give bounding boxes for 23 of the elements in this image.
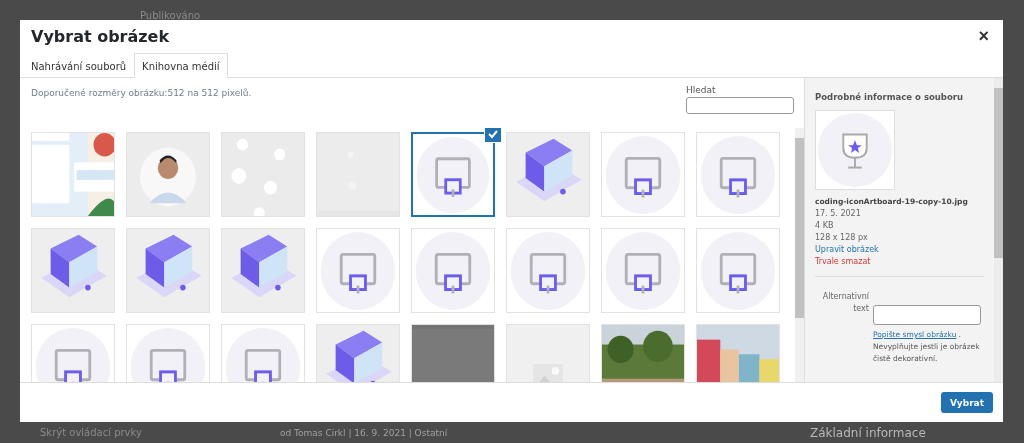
scrollbar[interactable] bbox=[795, 128, 804, 382]
scrollbar[interactable] bbox=[994, 78, 1003, 382]
post-meta: od Tomas Cirkl | 16. 9. 2021 | Ostatní bbox=[280, 427, 449, 438]
tab[interactable]: Nahrávání souborů bbox=[23, 53, 135, 78]
tab[interactable]: Knihovna médií bbox=[134, 53, 228, 78]
file-size: 4 KB bbox=[815, 220, 835, 232]
size-hint: Doporučené rozměry obrázku:512 na 512 pixelů. bbox=[31, 88, 252, 100]
status-label: Publikováno bbox=[140, 10, 201, 21]
alt-text-field[interactable] bbox=[873, 305, 981, 325]
check-icon[interactable] bbox=[485, 128, 501, 142]
details-heading: Podrobné informace o souboru bbox=[815, 92, 964, 102]
file-dimensions: 128 x 128 px bbox=[815, 232, 869, 244]
delete-link[interactable]: Trvale smazat bbox=[815, 256, 984, 268]
file-date: 17. 5. 2021 bbox=[815, 208, 862, 220]
alt-text-label: Alternativní text bbox=[821, 291, 869, 315]
select-button[interactable]: Vybrat bbox=[940, 392, 993, 413]
hide-controls-link[interactable]: Skrýt ovládací prvky bbox=[40, 427, 280, 438]
panel-title: Základní informace bbox=[810, 425, 926, 440]
search-label: Hledat bbox=[686, 85, 717, 95]
close-button[interactable]: × bbox=[974, 26, 993, 47]
edit-image-link[interactable]: Upravit obrázek bbox=[815, 244, 984, 256]
dialog-title: Vybrat obrázek bbox=[31, 27, 170, 46]
search-field[interactable] bbox=[686, 97, 794, 114]
